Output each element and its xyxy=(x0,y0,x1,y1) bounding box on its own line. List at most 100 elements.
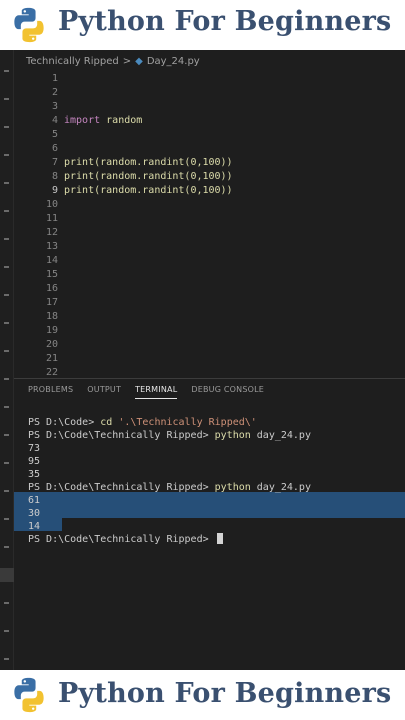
function-print: print xyxy=(64,171,95,182)
activity-item[interactable] xyxy=(4,322,9,324)
call-arguments: (random.randint(0,100)) xyxy=(94,185,233,196)
command: cd xyxy=(100,417,113,428)
prompt: PS D:\Code\Technically Ripped> xyxy=(28,482,215,493)
code-print-statement: print(random.randint(0,100)) xyxy=(64,156,233,170)
activity-item[interactable] xyxy=(4,602,9,604)
line-number: 18 xyxy=(45,311,58,322)
code-line[interactable]: 3 xyxy=(14,100,405,114)
python-file-icon: ◆ xyxy=(135,56,143,67)
activity-item[interactable] xyxy=(4,154,9,156)
terminal-line: PS D:\Code\Technically Ripped> python da… xyxy=(28,429,311,442)
activity-item[interactable] xyxy=(4,462,9,464)
code-line[interactable]: 2 xyxy=(14,86,405,100)
code-line[interactable]: 8 print(random.randint(0,100)) xyxy=(14,170,405,184)
code-line[interactable]: 5 xyxy=(14,128,405,142)
activity-active-item[interactable] xyxy=(0,568,14,582)
activity-item[interactable] xyxy=(4,434,9,436)
activity-item[interactable] xyxy=(4,378,9,380)
breadcrumb-folder[interactable]: Technically Ripped xyxy=(26,56,119,67)
code-line[interactable]: 11 xyxy=(14,212,405,226)
activity-item[interactable] xyxy=(4,182,9,184)
tab-output[interactable]: OUTPUT xyxy=(87,385,121,399)
activity-item[interactable] xyxy=(4,238,9,240)
function-print: print xyxy=(64,157,95,168)
code-line[interactable]: 12 xyxy=(14,226,405,240)
line-number: 10 xyxy=(45,199,58,210)
code-editor[interactable]: 1 2 3 4 import random 5 6 7 print(random… xyxy=(14,72,405,378)
code-line[interactable]: 17 xyxy=(14,296,405,310)
activity-item[interactable] xyxy=(4,70,9,72)
activity-item[interactable] xyxy=(4,350,9,352)
command-arg: day_24.py xyxy=(250,482,311,493)
terminal-input-line[interactable]: PS D:\Code\Technically Ripped> xyxy=(28,533,223,546)
python-logo-icon xyxy=(14,677,44,713)
banner-title: Python For Beginners xyxy=(58,678,392,709)
selection-highlight xyxy=(14,492,405,518)
activity-item[interactable] xyxy=(4,630,9,632)
line-number: 16 xyxy=(45,283,58,294)
line-number: 11 xyxy=(45,213,58,224)
tab-terminal[interactable]: TERMINAL xyxy=(135,385,178,399)
tab-problems[interactable]: PROBLEMS xyxy=(28,385,73,399)
tab-debug-console[interactable]: DEBUG CONSOLE xyxy=(191,385,264,399)
activity-item[interactable] xyxy=(4,490,9,492)
activity-item[interactable] xyxy=(4,518,9,520)
call-arguments: (random.randint(0,100)) xyxy=(94,157,233,168)
code-line[interactable]: 20 xyxy=(14,338,405,352)
prompt: PS D:\Code\Technically Ripped> xyxy=(28,534,215,545)
terminal-cursor-icon xyxy=(216,533,223,544)
code-print-statement: print(random.randint(0,100)) xyxy=(64,184,233,198)
line-number: 19 xyxy=(45,325,58,336)
code-print-statement: print(random.randint(0,100)) xyxy=(64,170,233,184)
terminal-line: PS D:\Code\Technically Ripped> python da… xyxy=(28,481,311,494)
activity-item[interactable] xyxy=(4,546,9,548)
code-line[interactable]: 15 xyxy=(14,268,405,282)
bottom-panel: PROBLEMS OUTPUT TERMINAL DEBUG CONSOLE P… xyxy=(14,378,405,670)
activity-item[interactable] xyxy=(4,98,9,100)
activity-item[interactable] xyxy=(4,126,9,128)
code-line[interactable]: 18 xyxy=(14,310,405,324)
terminal-output: 35 xyxy=(28,469,41,480)
top-banner: Python For Beginners xyxy=(0,0,405,50)
code-line[interactable]: 4 import random xyxy=(14,114,405,128)
line-number: 21 xyxy=(45,353,58,364)
bottom-banner: Python For Beginners xyxy=(0,670,405,720)
code-line[interactable]: 7 print(random.randint(0,100)) xyxy=(14,156,405,170)
line-number: 15 xyxy=(45,269,58,280)
code-line[interactable]: 1 xyxy=(14,72,405,86)
code-line[interactable]: 6 xyxy=(14,142,405,156)
code-import: import random xyxy=(64,114,142,128)
code-line[interactable]: 14 xyxy=(14,254,405,268)
line-number: 1 xyxy=(51,73,58,84)
line-number: 12 xyxy=(45,227,58,238)
activity-item[interactable] xyxy=(4,266,9,268)
code-line[interactable]: 21 xyxy=(14,352,405,366)
code-line[interactable]: 10 xyxy=(14,198,405,212)
terminal-output: 61 xyxy=(28,495,41,506)
line-number: 13 xyxy=(45,241,58,252)
code-line[interactable]: 19 xyxy=(14,324,405,338)
activity-item[interactable] xyxy=(4,658,9,660)
command-arg: '.\Technically Ripped\' xyxy=(118,417,257,428)
terminal-output: 14 xyxy=(28,521,41,532)
activity-item[interactable] xyxy=(4,406,9,408)
code-line-current[interactable]: 9 print(random.randint(0,100)) xyxy=(14,184,405,198)
breadcrumb-file[interactable]: Day_24.py xyxy=(147,56,200,67)
command: python xyxy=(214,482,251,493)
command: python xyxy=(214,430,251,441)
activity-item[interactable] xyxy=(4,294,9,296)
panel-tab-bar: PROBLEMS OUTPUT TERMINAL DEBUG CONSOLE xyxy=(28,385,264,399)
function-print: print xyxy=(64,185,95,196)
code-line[interactable]: 16 xyxy=(14,282,405,296)
code-line[interactable]: 13 xyxy=(14,240,405,254)
breadcrumb: Technically Ripped > ◆ Day_24.py xyxy=(26,56,200,67)
line-number: 14 xyxy=(45,255,58,266)
line-number: 6 xyxy=(51,143,58,154)
terminal-output: 30 xyxy=(28,508,41,519)
line-number: 9 xyxy=(51,185,58,196)
activity-item[interactable] xyxy=(4,210,9,212)
banner-title: Python For Beginners xyxy=(58,6,392,37)
keyword-import: import xyxy=(64,115,101,126)
terminal-output: 95 xyxy=(28,456,41,467)
terminal-output: 73 xyxy=(28,443,41,454)
